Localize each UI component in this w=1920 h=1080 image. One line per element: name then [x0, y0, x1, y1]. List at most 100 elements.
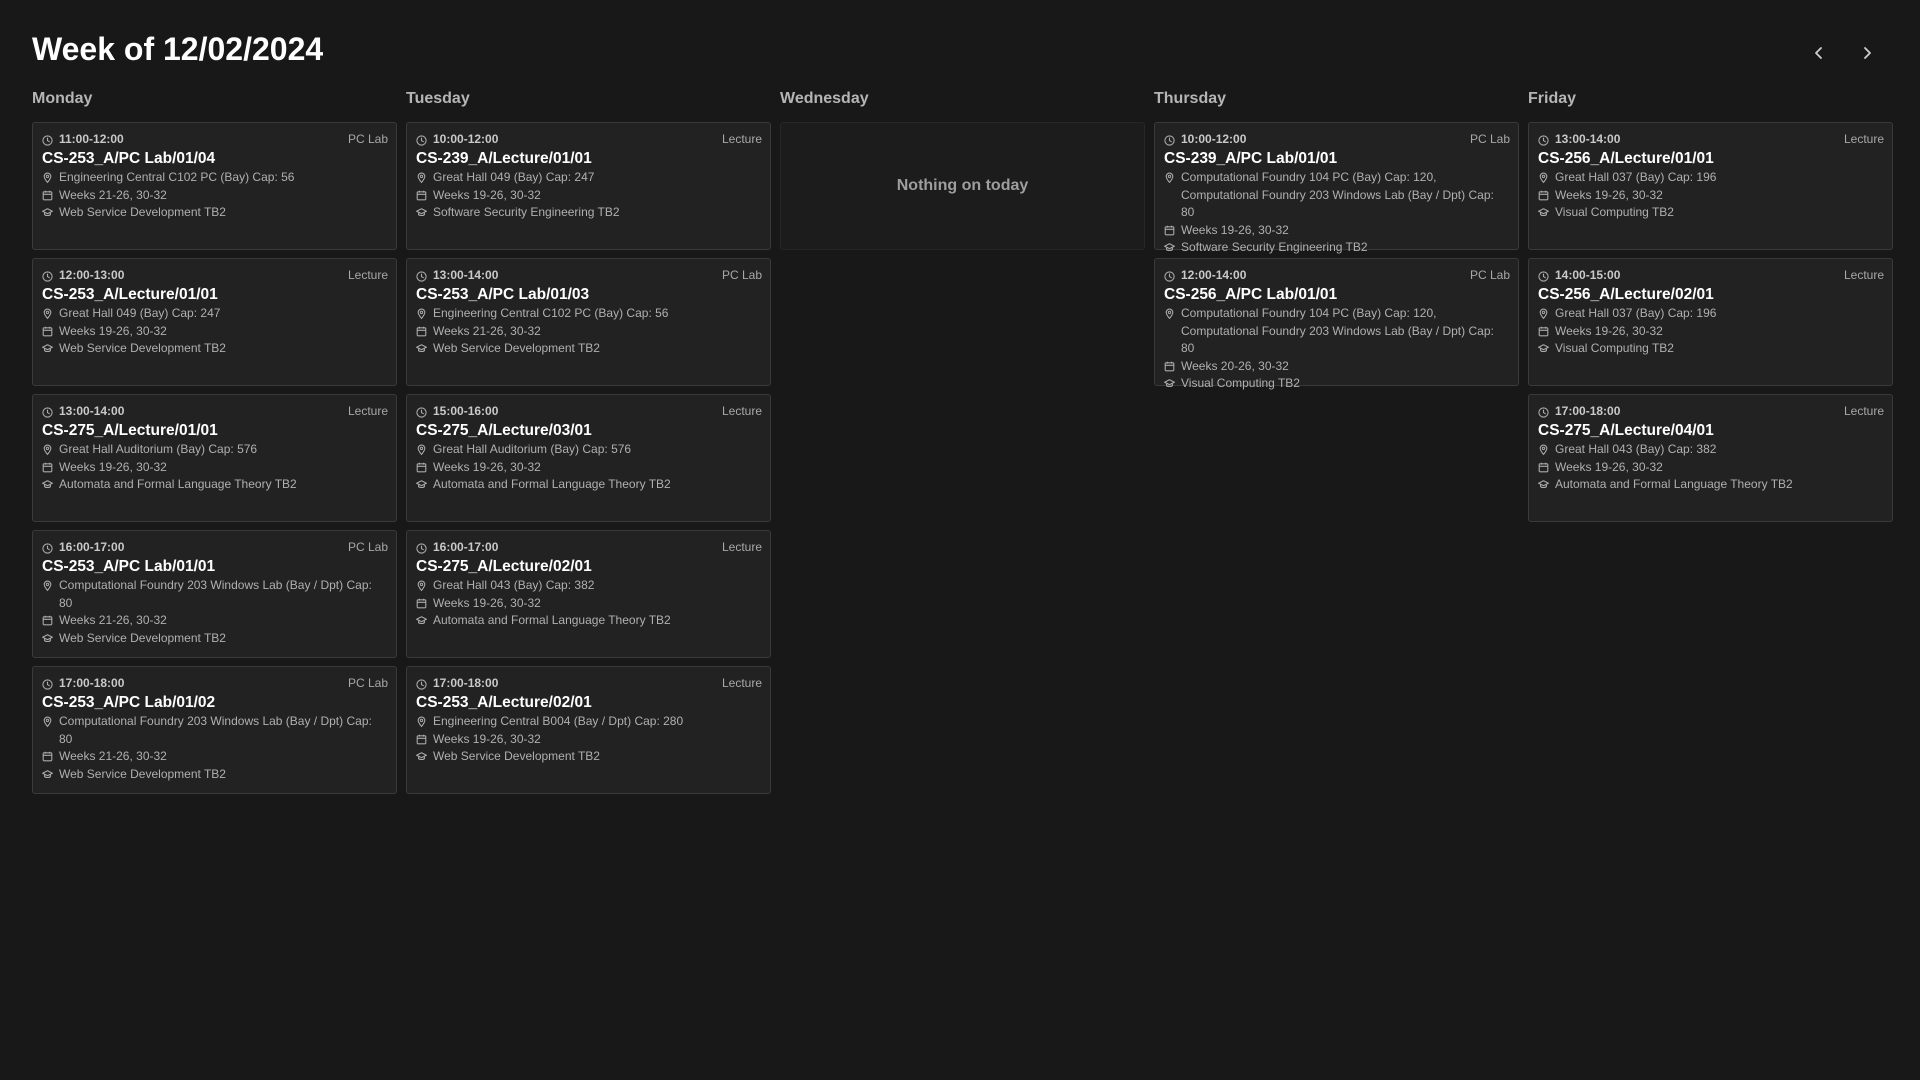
- event-module-text: Web Service Development TB2: [59, 205, 226, 219]
- event-time-text: 13:00-14:00: [1555, 132, 1621, 146]
- event-time-text: 10:00-12:00: [1181, 132, 1247, 146]
- location-pin-icon: [417, 580, 426, 591]
- event-card[interactable]: 15:00-16:00 Lecture CS-275_A/Lecture/03/01…: [406, 394, 771, 522]
- event-weeks: Weeks 19-26, 30-32: [1538, 459, 1884, 477]
- event-weeks-text: Weeks 19-26, 30-32: [1555, 459, 1663, 474]
- graduation-cap-icon: [1538, 208, 1549, 217]
- event-module-text: Automata and Formal Language Theory TB2: [433, 477, 671, 491]
- event-weeks-text: Weeks 19-26, 30-32: [59, 323, 167, 338]
- event-weeks-text: Weeks 19-26, 30-32: [433, 187, 541, 202]
- event-card[interactable]: 10:00-12:00 PC Lab CS-239_A/PC Lab/01/01 Co…: [1154, 122, 1519, 254]
- event-card[interactable]: 16:00-17:00 PC Lab CS-253_A/PC Lab/01/01 Co…: [32, 530, 397, 658]
- event-type-label: Lecture: [721, 132, 762, 146]
- event-code: CS-253_A/Lecture/01/01: [42, 286, 218, 303]
- event-card[interactable]: 12:00-13:00 Lecture CS-253_A/Lecture/01/01…: [32, 258, 397, 386]
- event-time-text: 13:00-14:00: [433, 268, 499, 282]
- graduation-cap-icon: [416, 616, 427, 625]
- event-card[interactable]: 13:00-14:00 Lecture CS-275_A/Lecture/01/01…: [32, 394, 397, 522]
- next-week-button[interactable]: [1849, 36, 1885, 70]
- event-type-label: PC Lab: [347, 540, 388, 554]
- clock-icon: [1538, 407, 1549, 418]
- event-module: Automata and Formal Language Theory TB2: [1538, 476, 1884, 494]
- empty-day-message: Nothing on today: [780, 122, 1145, 250]
- event-module: Visual Computing TB2: [1164, 375, 1510, 393]
- day-column-tuesday: Tuesday 10:00-12:00 Lecture CS-239_A/Lectur…: [406, 88, 771, 794]
- event-location-text: Great Hall 043 (Bay) Cap: 382: [433, 578, 595, 592]
- event-card[interactable]: 17:00-18:00 Lecture CS-253_A/Lecture/02/01…: [406, 666, 771, 794]
- graduation-cap-icon: [42, 208, 53, 217]
- event-module-text: Automata and Formal Language Theory TB2: [59, 477, 297, 491]
- event-card-header: 14:00-15:00 Lecture: [1538, 267, 1884, 283]
- event-location: Computational Foundry 203 Windows Lab (B…: [42, 577, 388, 612]
- day-heading: Thursday: [1154, 90, 1227, 107]
- calendar-icon: [42, 190, 53, 200]
- day-heading: Tuesday: [406, 90, 470, 107]
- event-code: CS-239_A/PC Lab/01/01: [1164, 150, 1338, 167]
- event-card[interactable]: 13:00-14:00 PC Lab CS-253_A/PC Lab/01/03 En…: [406, 258, 771, 386]
- event-type-label: PC Lab: [347, 676, 388, 690]
- day-column-friday: Friday 13:00-14:00 Lecture CS-256_A/Lecture…: [1528, 88, 1893, 794]
- event-module: Automata and Formal Language Theory TB2: [42, 476, 388, 494]
- event-module-text: Visual Computing TB2: [1555, 341, 1674, 355]
- event-weeks: Weeks 19-26, 30-32: [1164, 222, 1510, 240]
- previous-week-button[interactable]: [1801, 36, 1837, 70]
- event-card[interactable]: 17:00-18:00 Lecture CS-275_A/Lecture/04/01…: [1528, 394, 1893, 522]
- event-card[interactable]: 17:00-18:00 PC Lab CS-253_A/PC Lab/01/02 Co…: [32, 666, 397, 794]
- event-weeks: Weeks 19-26, 30-32: [1538, 187, 1884, 205]
- event-type-label: Lecture: [347, 268, 388, 282]
- event-type-label: Lecture: [721, 404, 762, 418]
- event-location-text: Great Hall 037 (Bay) Cap: 196: [1555, 170, 1717, 184]
- event-location-text: Great Hall 043 (Bay) Cap: 382: [1555, 442, 1717, 456]
- event-weeks-text: Weeks 21-26, 30-32: [433, 323, 541, 338]
- event-time: 10:00-12:00: [416, 132, 498, 146]
- event-card[interactable]: 13:00-14:00 Lecture CS-256_A/Lecture/01/01…: [1528, 122, 1893, 250]
- event-module: Software Security Engineering TB2: [416, 204, 762, 222]
- event-list: 10:00-12:00 Lecture CS-239_A/Lecture/01/01…: [406, 122, 771, 794]
- event-location: Great Hall 043 (Bay) Cap: 382: [416, 577, 762, 595]
- calendar-icon: [42, 751, 53, 762]
- chevron-left-icon: [1815, 47, 1822, 59]
- event-module-text: Web Service Development TB2: [59, 341, 226, 355]
- location-pin-icon: [43, 308, 52, 319]
- event-card[interactable]: 10:00-12:00 Lecture CS-239_A/Lecture/01/01…: [406, 122, 771, 250]
- event-card-header: 13:00-14:00 Lecture: [1538, 131, 1884, 147]
- event-card[interactable]: 12:00-14:00 PC Lab CS-256_A/PC Lab/01/01 Co…: [1154, 258, 1519, 390]
- calendar-icon: [42, 615, 53, 626]
- event-module: Web Service Development TB2: [416, 340, 762, 358]
- event-time: 15:00-16:00: [416, 404, 498, 418]
- day-column-wednesday: Wednesday Nothing on today: [780, 88, 1145, 794]
- event-module: Web Service Development TB2: [42, 766, 388, 784]
- event-code: CS-239_A/Lecture/01/01: [416, 150, 592, 167]
- graduation-cap-icon: [1538, 480, 1549, 489]
- event-code: CS-253_A/PC Lab/01/02: [42, 694, 216, 711]
- event-time: 13:00-14:00: [1538, 132, 1620, 146]
- event-type-label: PC Lab: [1469, 132, 1510, 146]
- event-weeks-text: Weeks 19-26, 30-32: [433, 459, 541, 474]
- event-location: Engineering Central B004 (Bay / Dpt) Cap…: [416, 713, 762, 731]
- page-title: Week of 12/02/2024: [32, 31, 324, 67]
- event-type-label: PC Lab: [347, 132, 388, 146]
- event-module: Software Security Engineering TB2: [1164, 239, 1510, 257]
- event-location-text: Great Hall 049 (Bay) Cap: 247: [433, 170, 595, 184]
- location-pin-icon: [417, 172, 426, 183]
- event-code: CS-256_A/Lecture/01/01: [1538, 150, 1714, 167]
- event-type-label: PC Lab: [1469, 268, 1510, 282]
- event-weeks: Weeks 19-26, 30-32: [416, 731, 762, 749]
- event-time-text: 15:00-16:00: [433, 404, 499, 418]
- graduation-cap-icon: [1538, 344, 1549, 353]
- event-weeks: Weeks 19-26, 30-32: [416, 595, 762, 613]
- event-card-header: 17:00-18:00 Lecture: [416, 675, 762, 691]
- event-type-label: Lecture: [1843, 404, 1884, 418]
- event-location: Great Hall 037 (Bay) Cap: 196: [1538, 305, 1884, 323]
- event-card[interactable]: 16:00-17:00 Lecture CS-275_A/Lecture/02/01…: [406, 530, 771, 658]
- event-time: 14:00-15:00: [1538, 268, 1620, 282]
- graduation-cap-icon: [42, 769, 53, 778]
- event-weeks: Weeks 19-26, 30-32: [42, 323, 388, 341]
- location-pin-icon: [417, 308, 426, 319]
- event-card[interactable]: 11:00-12:00 PC Lab CS-253_A/PC Lab/01/04 En…: [32, 122, 397, 250]
- event-weeks-text: Weeks 21-26, 30-32: [59, 187, 167, 202]
- location-pin-icon: [1165, 172, 1174, 183]
- event-card[interactable]: 14:00-15:00 Lecture CS-256_A/Lecture/02/01…: [1528, 258, 1893, 386]
- event-card-header: 16:00-17:00 PC Lab: [42, 539, 388, 555]
- event-time-text: 13:00-14:00: [59, 404, 125, 418]
